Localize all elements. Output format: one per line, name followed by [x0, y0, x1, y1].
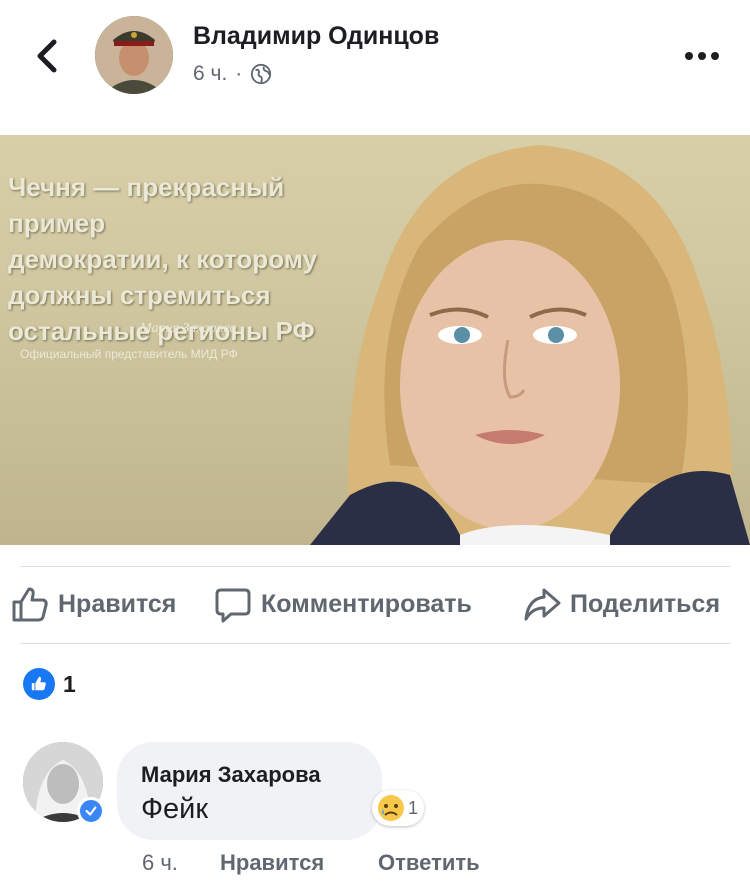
post-meta: 6 ч. ·	[193, 62, 272, 86]
like-reaction-icon	[23, 668, 55, 700]
author-avatar[interactable]	[95, 16, 173, 94]
reaction-count: 1	[63, 670, 76, 697]
thumbs-up-icon	[12, 587, 48, 622]
comment-reaction[interactable]: 1	[372, 790, 425, 826]
chevron-left-icon	[37, 39, 57, 73]
like-button[interactable]: Нравится	[10, 584, 176, 624]
share-arrow-icon	[524, 588, 561, 621]
comment-button[interactable]: Комментировать	[213, 584, 472, 624]
comment-reply-button[interactable]: Ответить	[378, 850, 480, 876]
sad-face-icon	[378, 795, 404, 821]
comment-reaction-count: 1	[408, 797, 419, 818]
comment-text: Фейк	[141, 793, 209, 825]
post-time[interactable]: 6 ч.	[193, 62, 227, 86]
share-label: Поделиться	[570, 589, 721, 618]
more-dots-icon	[685, 52, 719, 60]
like-label: Нравится	[58, 589, 177, 618]
globe-icon	[251, 63, 272, 85]
comment-time: 6 ч.	[142, 850, 178, 875]
author-name[interactable]: Владимир Одинцов	[193, 22, 439, 51]
divider	[20, 566, 730, 567]
comment-label: Комментировать	[261, 589, 472, 618]
reactions-summary[interactable]: 1	[23, 668, 76, 700]
commenter-name[interactable]: Мария Захарова	[141, 762, 321, 788]
verified-check-icon	[77, 797, 105, 825]
photo-signature: Мария Захарова	[140, 321, 237, 336]
more-options-button[interactable]	[684, 44, 720, 68]
back-button[interactable]	[30, 36, 66, 76]
meta-separator: ·	[235, 62, 243, 85]
share-button[interactable]: Поделиться	[522, 584, 720, 624]
comment-bubble-icon	[215, 588, 251, 623]
divider	[20, 643, 730, 644]
comment-like-button[interactable]: Нравится	[220, 850, 324, 876]
portrait-figure	[310, 145, 750, 545]
post-photo[interactable]: Чечня — прекрасный пример демократии, к …	[0, 135, 750, 545]
photo-role-caption: Официальный представитель МИД РФ	[20, 347, 238, 361]
